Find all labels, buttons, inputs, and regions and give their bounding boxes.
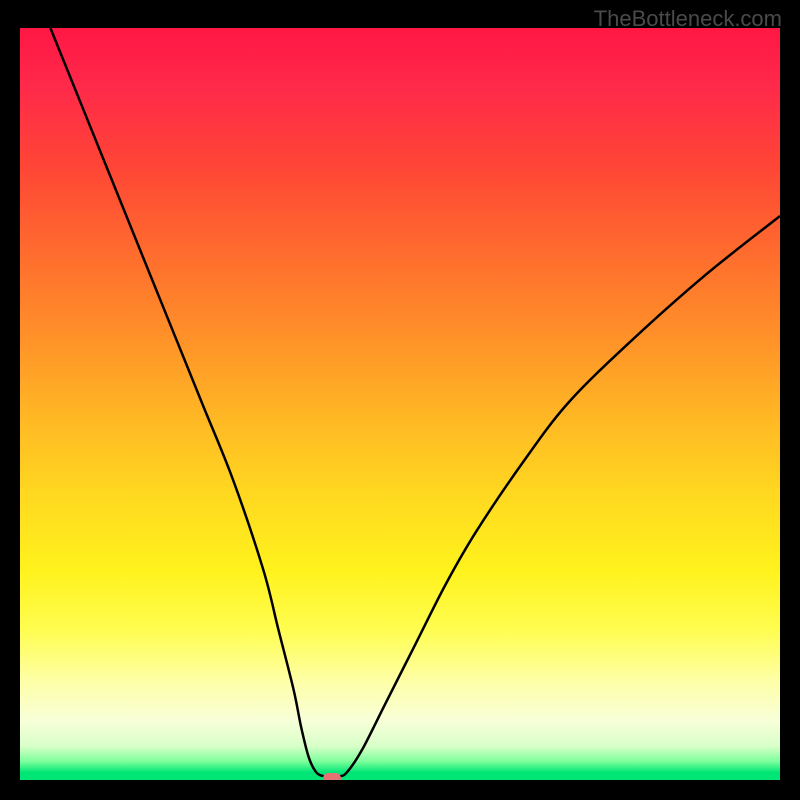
curve-svg (20, 28, 780, 780)
watermark-text: TheBottleneck.com (594, 6, 782, 32)
optimal-marker (323, 773, 341, 780)
bottleneck-curve (50, 28, 780, 777)
plot-area (20, 28, 780, 780)
